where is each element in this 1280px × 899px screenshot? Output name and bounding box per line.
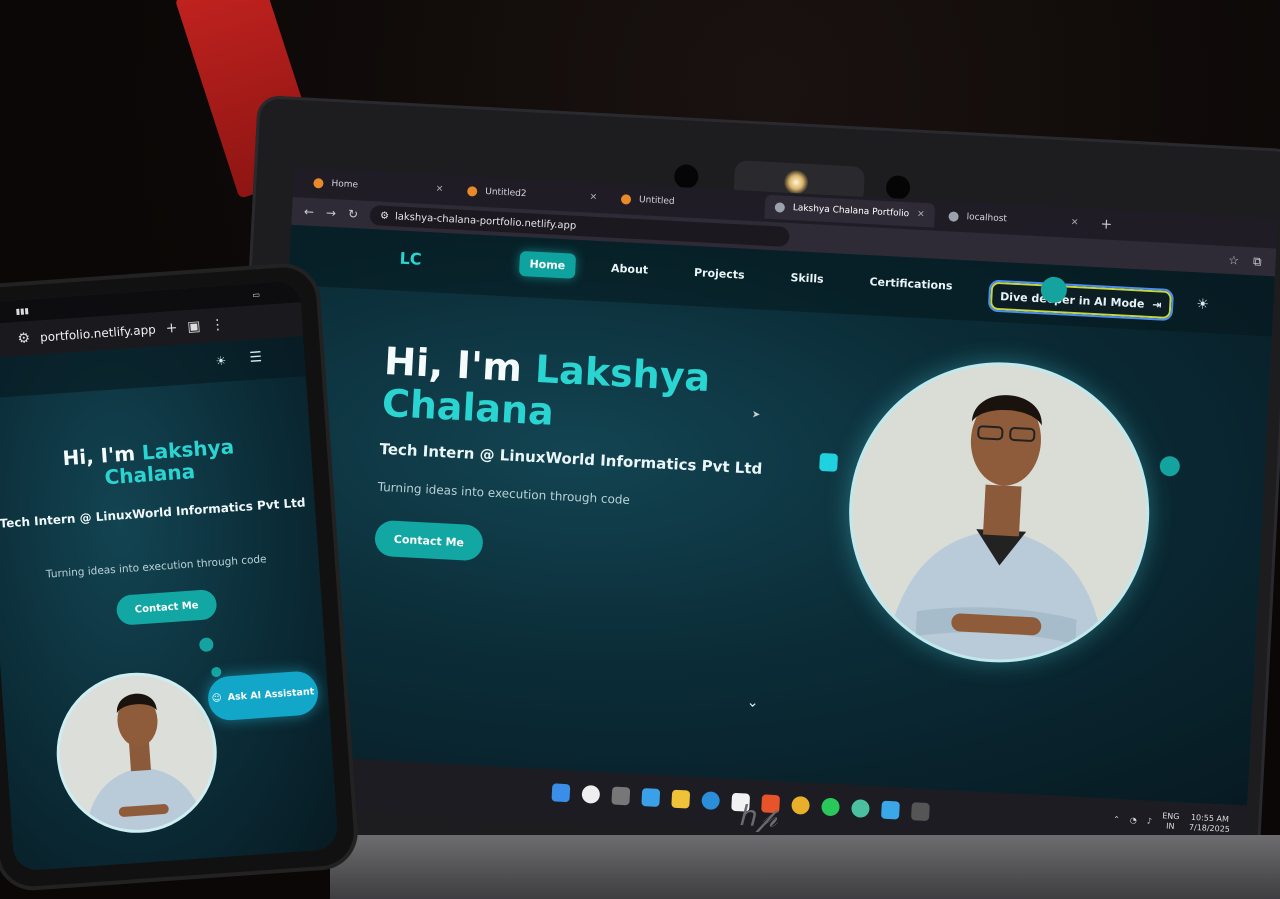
- new-tab-icon[interactable]: +: [165, 320, 178, 337]
- mouse-cursor-icon: ➤: [751, 409, 761, 421]
- phone-hero-last-name: Chalana: [103, 459, 196, 490]
- forward-icon[interactable]: →: [326, 206, 337, 221]
- tab-untitled2[interactable]: Untitled2 ✕: [457, 179, 608, 211]
- more-menu-icon[interactable]: ⋮: [210, 317, 225, 334]
- nav-skills[interactable]: Skills: [780, 265, 834, 293]
- external-arrow-icon: ⇥: [1152, 297, 1162, 312]
- nav-about[interactable]: About: [600, 255, 658, 283]
- region-code: IN: [1165, 821, 1175, 831]
- tab-home[interactable]: Home ✕: [303, 171, 454, 203]
- ask-ai-label: Ask AI Assistant: [227, 686, 315, 704]
- tab-label: Untitled2: [484, 187, 527, 200]
- ask-ai-assistant-button[interactable]: ☺ Ask AI Assistant: [206, 670, 320, 722]
- toolbar-actions: ☆ ⧉: [1228, 253, 1276, 270]
- new-tab-button[interactable]: +: [1092, 216, 1121, 233]
- tab-label: localhost: [966, 212, 1008, 225]
- whatsapp-icon[interactable]: [821, 797, 840, 817]
- tab-untitled[interactable]: Untitled: [610, 187, 761, 219]
- theme-toggle-sun-icon[interactable]: ☀: [1196, 296, 1209, 313]
- hp-logo-icon: ℎ𝓅: [739, 799, 779, 834]
- nav-home[interactable]: Home: [518, 250, 576, 279]
- close-icon[interactable]: ✕: [1071, 218, 1079, 228]
- wifi-icon[interactable]: ◔: [1130, 815, 1137, 824]
- person-portrait-icon: [844, 357, 1157, 671]
- phone-hero-subtitle: Tech Intern @ LinuxWorld Informatics Pvt…: [0, 495, 306, 531]
- extensions-icon[interactable]: ⧉: [1253, 254, 1262, 269]
- sensor-icon: [885, 175, 911, 201]
- doc-tab-icon: [620, 194, 632, 205]
- signal-icon: ▮▮▮: [15, 305, 30, 316]
- reload-icon[interactable]: ↻: [348, 207, 359, 222]
- phone-hero-heading: Hi, I'm Lakshya Chalana: [0, 430, 313, 497]
- edge-icon[interactable]: [701, 791, 721, 811]
- site-logo[interactable]: LC: [399, 249, 422, 269]
- windows-start-icon[interactable]: [551, 783, 571, 803]
- home-tab-icon: [313, 178, 324, 189]
- clock[interactable]: 10:55 AM 7/18/2025: [1189, 813, 1231, 835]
- hero-heading: Hi, I'm Lakshya Chalana: [380, 339, 712, 441]
- tabs-count-icon[interactable]: ▣: [187, 318, 201, 335]
- ai-mode-button[interactable]: Dive deeper in AI Mode ⇥: [987, 279, 1175, 322]
- clock-date: 7/18/2025: [1188, 822, 1231, 834]
- hero-first-name: Lakshya: [534, 346, 712, 401]
- globe-icon: [948, 211, 959, 222]
- contact-me-button[interactable]: Contact Me: [374, 519, 484, 562]
- language-indicator[interactable]: ENG IN: [1161, 811, 1180, 832]
- back-icon[interactable]: ←: [304, 205, 315, 220]
- phone-url-text[interactable]: portfolio.netlify.app: [40, 322, 157, 344]
- system-tray: ⌃ ◔ ♪ ENG IN 10:55 AM 7/18/2025: [1113, 809, 1231, 835]
- widgets-icon[interactable]: [641, 788, 661, 807]
- phone-contact-me-button[interactable]: Contact Me: [115, 588, 218, 626]
- bookmark-star-icon[interactable]: ☆: [1228, 253, 1239, 269]
- battery-icon: ▭: [252, 289, 261, 300]
- decorative-dot: [210, 666, 222, 678]
- search-icon[interactable]: [581, 784, 601, 804]
- chevron-down-icon[interactable]: ⌄: [746, 694, 759, 711]
- profile-photo: [841, 354, 1157, 671]
- ai-mode-label: Dive deeper in AI Mode: [999, 289, 1145, 311]
- hero-subtitle: Tech Intern @ LinuxWorld Informatics Pvt…: [379, 439, 763, 478]
- notepad-icon[interactable]: [880, 800, 900, 820]
- chevron-up-icon[interactable]: ⌃: [1113, 814, 1120, 823]
- address-text: lakshya-chalana-portfolio.netlify.app: [394, 210, 577, 232]
- laptop-base: [330, 835, 1280, 899]
- chrome-profile-icon[interactable]: [851, 799, 870, 818]
- tab-label: Lakshya Chalana Portfolio: [792, 203, 910, 220]
- decorative-square: [819, 452, 839, 472]
- site-info-icon[interactable]: ⚙: [17, 330, 31, 347]
- smartphone: ▮▮▮ ▭ ⚙ portfolio.netlify.app + ▣ ⋮ ☀ ☰ …: [0, 265, 356, 889]
- chrome-icon[interactable]: [791, 795, 811, 815]
- nav-projects[interactable]: Projects: [683, 260, 755, 289]
- close-icon[interactable]: ✕: [589, 192, 597, 202]
- hamburger-menu-icon[interactable]: ☰: [249, 349, 263, 366]
- file-explorer-icon[interactable]: [671, 789, 691, 809]
- theme-toggle-sun-icon[interactable]: ☀: [215, 354, 227, 369]
- sensor-icon: [673, 163, 699, 190]
- decorative-dot: [198, 637, 214, 653]
- tab-label: Home: [331, 178, 359, 191]
- site-info-icon[interactable]: ⚙: [380, 210, 390, 221]
- laptop-screen: Home ✕ Untitled2 ✕ Untitled Lakshya Chal…: [260, 166, 1278, 858]
- hero-tagline: Turning ideas into execution through cod…: [377, 479, 631, 508]
- tab-localhost[interactable]: localhost ✕: [938, 204, 1089, 236]
- phone-hero-tagline: Turning ideas into execution through cod…: [45, 553, 267, 581]
- terminal-icon[interactable]: [910, 802, 930, 822]
- volume-icon[interactable]: ♪: [1147, 816, 1153, 825]
- tab-label: Untitled: [638, 195, 675, 207]
- laptop: Home ✕ Untitled2 ✕ Untitled Lakshya Chal…: [219, 95, 1280, 889]
- person-portrait-icon: [54, 670, 223, 839]
- chat-bot-icon: ☺: [211, 692, 223, 705]
- hero-last-name: Chalana: [380, 380, 555, 434]
- globe-icon: [774, 202, 786, 213]
- decorative-dot: [1159, 455, 1181, 477]
- phone-profile-photo: [51, 667, 223, 839]
- portfolio-site: LC Home About Projects Skills Certificat…: [263, 224, 1275, 806]
- phone-screen: ▮▮▮ ▭ ⚙ portfolio.netlify.app + ▣ ⋮ ☀ ☰ …: [0, 280, 339, 872]
- close-icon[interactable]: ✕: [917, 210, 925, 220]
- nav-certifications[interactable]: Certifications: [859, 269, 963, 299]
- doc-tab-icon: [466, 186, 478, 197]
- task-view-icon[interactable]: [611, 786, 631, 806]
- close-icon[interactable]: ✕: [435, 184, 443, 194]
